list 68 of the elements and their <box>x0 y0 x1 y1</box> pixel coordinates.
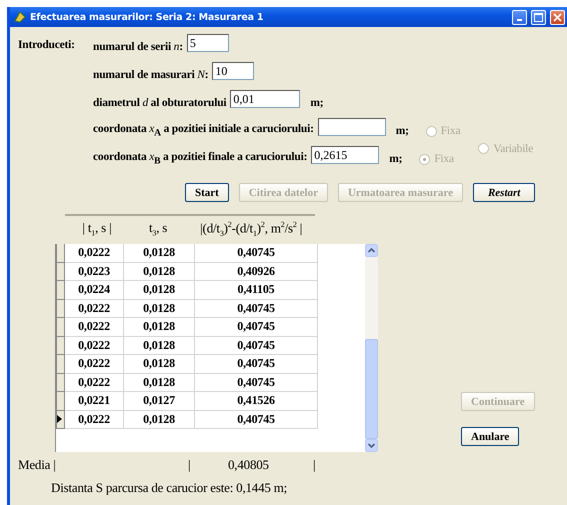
media-label: Media | <box>18 457 57 473</box>
table-cell: 0,0223 <box>65 262 124 281</box>
current-row-icon <box>57 415 62 424</box>
unit-label: m; <box>310 97 324 109</box>
table-cell: 0,0222 <box>65 355 124 374</box>
close-icon <box>553 12 562 22</box>
close-button[interactable] <box>550 10 565 24</box>
action-button[interactable]: Restart <box>472 183 536 202</box>
table-cell: 0,0127 <box>124 392 195 410</box>
table-cell: 0,40745 <box>195 244 318 262</box>
result-text: Distanta S parcursa de carucior este: 0,1445 m; <box>51 480 288 496</box>
table-cell: 0,40745 <box>195 318 318 336</box>
field-label: coordonata x$_{B}$ a pozitiei finale a caruciorului: <box>93 151 308 167</box>
table-cell: 0,0128 <box>124 355 195 374</box>
field-label: numarul de masurari N: <box>93 69 208 81</box>
scroll-up-icon[interactable] <box>365 244 378 257</box>
table-cell: 0,0128 <box>124 374 195 392</box>
row-indicator[interactable] <box>56 410 65 429</box>
table-cell: 0,40745 <box>195 300 318 318</box>
column-header: | t$_{1}$, s | <box>81 220 112 238</box>
maximize-icon <box>534 12 543 22</box>
separator-text: | <box>188 457 192 473</box>
column-header: t$_{3}$, s <box>148 220 168 238</box>
input-field[interactable]: 0,2615 <box>311 146 380 164</box>
column-header: |(d/t$_{3}$)$^{2}$-(d/t$_{1}$)$^{2}$, m$^{2}$/s$^{2}$ | <box>199 220 304 238</box>
scroll-thumb[interactable] <box>365 339 378 439</box>
table-cell: 0,0128 <box>124 281 195 300</box>
intro-label: Introduceti: <box>18 38 76 53</box>
input-field[interactable] <box>318 118 386 136</box>
table-cell: 0,40926 <box>195 262 318 281</box>
field-label: numarul de serii n: <box>93 41 183 53</box>
input-field[interactable]: 5 <box>186 34 229 52</box>
action-button[interactable]: Start <box>185 183 229 202</box>
table-cell: 0,0128 <box>124 318 195 336</box>
minimize-button[interactable] <box>512 10 527 24</box>
table-cell: 0,0222 <box>65 244 124 262</box>
media-value: 0,40805 <box>228 457 270 473</box>
table-cell: 0,0222 <box>65 410 124 429</box>
table-cell: 0,40745 <box>195 374 318 392</box>
table-cell: 0,0128 <box>124 410 195 429</box>
action-button[interactable]: Anulare <box>461 427 520 446</box>
table-cell: 0,40745 <box>195 336 318 355</box>
field-label: diametrul d al obturatorului <box>93 97 226 109</box>
table-cell: 0,41526 <box>195 392 318 410</box>
window-title: Efectuarea masurarilor: Seria 2: Masurarea 1 <box>30 12 264 22</box>
table-cell: 0,0128 <box>124 300 195 318</box>
unit-label: m; <box>389 153 404 165</box>
table-cell: 0,41105 <box>195 281 318 300</box>
maximize-button[interactable] <box>531 10 546 24</box>
app-icon <box>14 11 26 23</box>
unit-label: m; <box>396 125 410 137</box>
input-field[interactable]: 0,01 <box>230 90 300 108</box>
field-label: coordonata x$_{A}$ a pozitiei initiale a caruciorului: <box>93 123 314 139</box>
table-cell: 0,0128 <box>124 336 195 355</box>
table-cell: 0,0222 <box>65 318 124 336</box>
table-cell: 0,0128 <box>124 262 195 281</box>
scrollbar[interactable] <box>365 244 378 452</box>
table-cell: 0,0222 <box>65 374 124 392</box>
input-field[interactable]: 10 <box>212 62 254 80</box>
table-cell: 0,0224 <box>65 281 124 300</box>
table-cell: 0,0222 <box>65 336 124 355</box>
table-cell: 0,0222 <box>65 300 124 318</box>
separator-text: | <box>313 457 316 473</box>
scroll-down-icon[interactable] <box>365 439 378 452</box>
table-cell: 0,0221 <box>65 392 124 410</box>
table-cell: 0,0128 <box>124 244 195 262</box>
table-cell: 0,40745 <box>195 355 318 374</box>
table-cell: 0,40745 <box>195 410 318 429</box>
